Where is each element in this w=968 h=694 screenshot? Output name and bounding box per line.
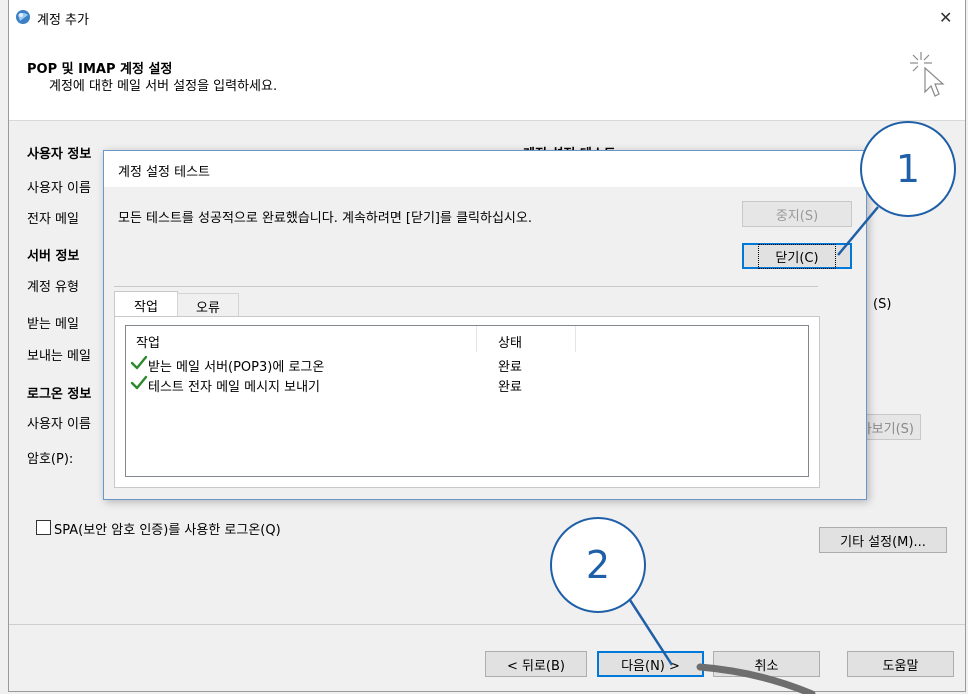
callout-2: 2	[550, 517, 646, 613]
callout-1-pointer	[837, 206, 879, 256]
callout-pointer-lines	[628, 206, 879, 694]
callout-1-number: 1	[895, 147, 921, 191]
callout-2-number: 2	[585, 543, 611, 587]
cursor-arrow-shape	[696, 663, 816, 694]
callout-1: 1	[860, 121, 956, 217]
callout-2-pointer	[628, 599, 674, 666]
